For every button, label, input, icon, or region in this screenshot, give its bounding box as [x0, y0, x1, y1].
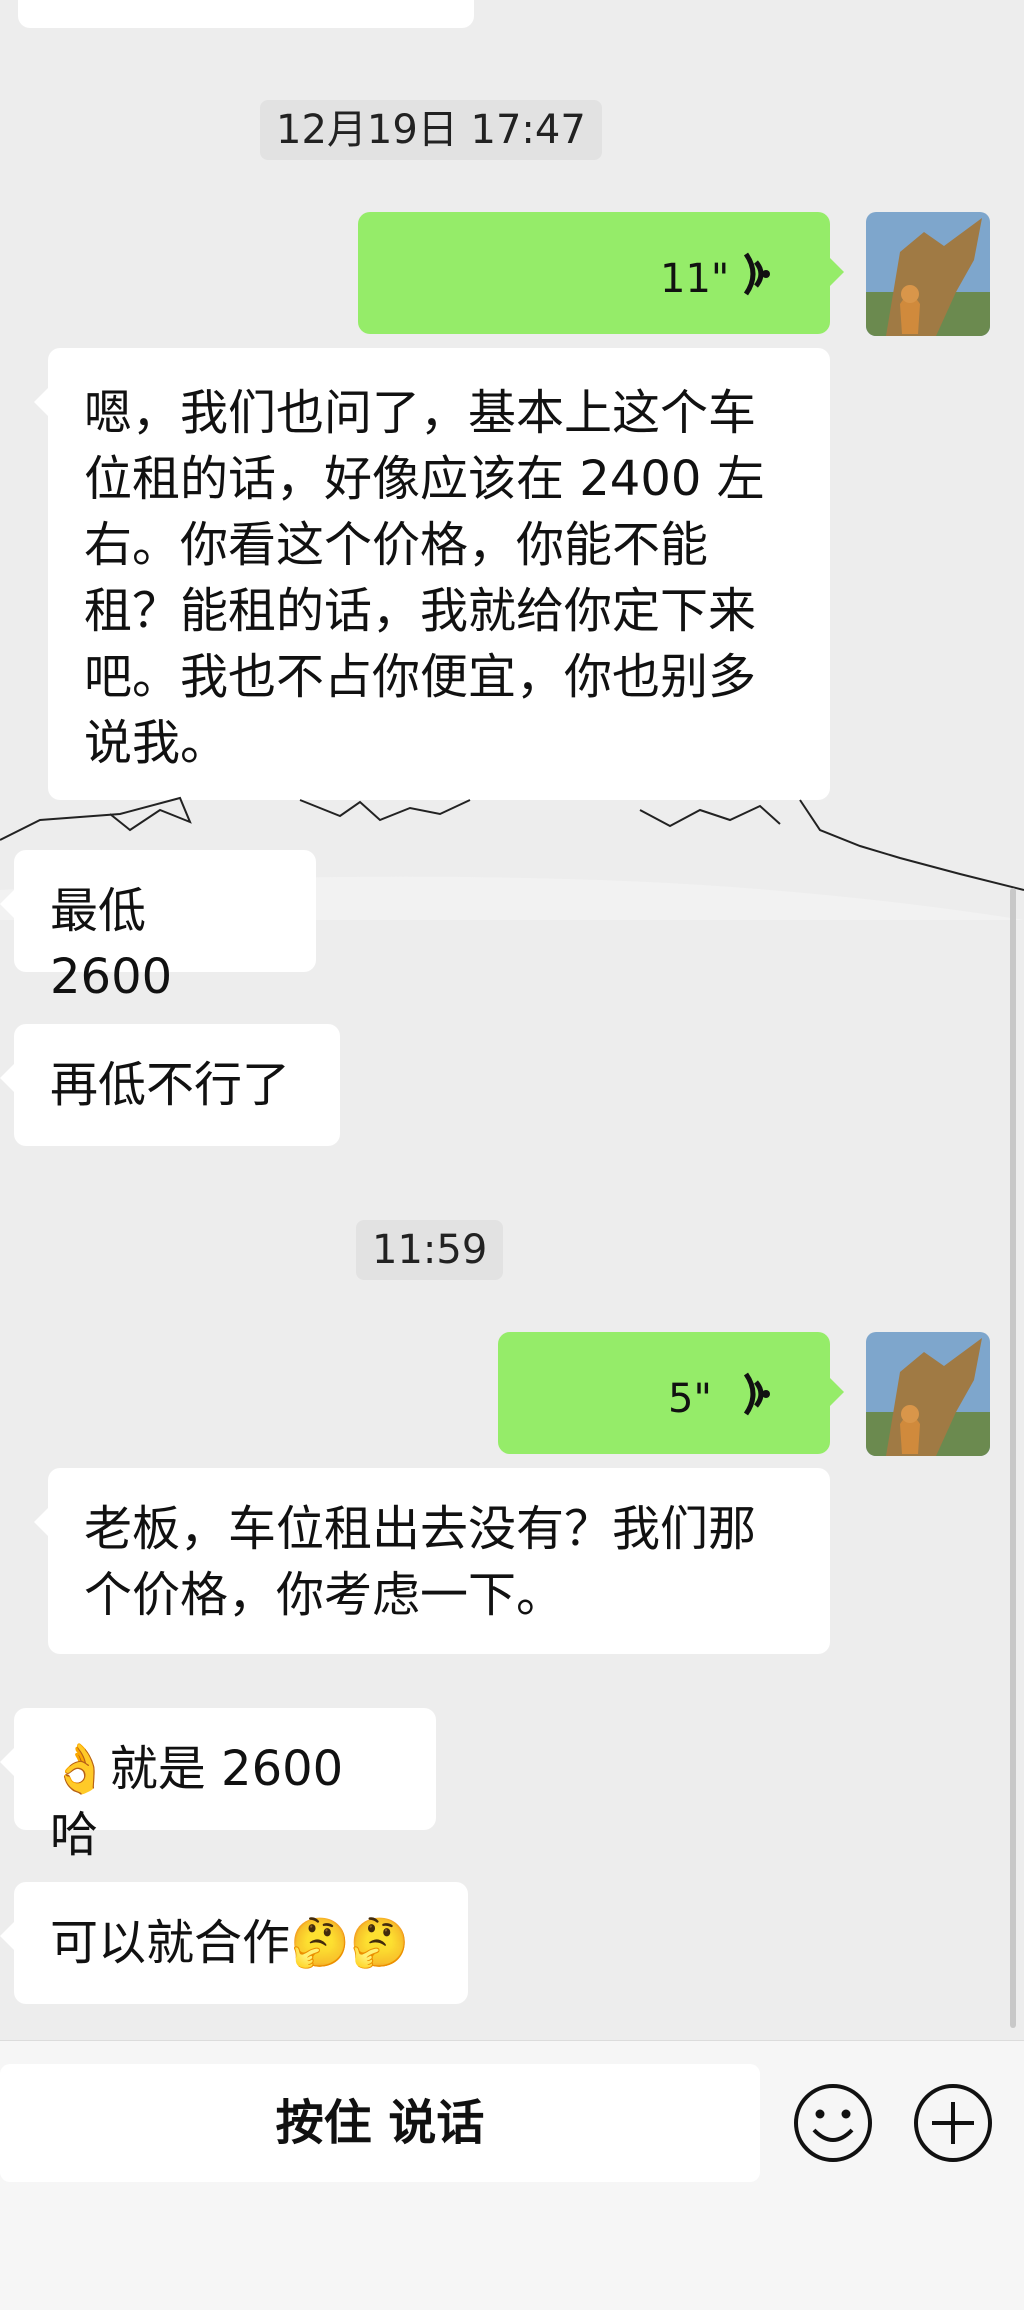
avatar[interactable] [866, 1332, 990, 1456]
message-line: 右。你看这个价格，你能不能 [84, 517, 709, 573]
previous-message-bubble [18, 0, 474, 28]
plus-icon[interactable] [912, 2082, 994, 2164]
scrollbar[interactable] [1010, 888, 1016, 2028]
voice-wave-icon [743, 252, 770, 296]
thinking-emoji: 🤔🤔 [290, 1915, 410, 1971]
voice-message-bubble[interactable]: 11" [358, 212, 844, 334]
message-text: 再低不行了 [50, 1057, 291, 1113]
ok-hand-emoji: 👌 [50, 1741, 110, 1797]
message-line: 说我。 [84, 715, 229, 771]
message-line: 嗯，我们也问了，基本上这个车 [84, 385, 757, 441]
message-bubble: 👌就是 2600 哈 [0, 1708, 436, 1863]
message-line: 位租的话，好像应该在 2400 左 [84, 451, 765, 507]
message-text: 最低 2600 [50, 883, 173, 1005]
message-bubble: 最低 2600 [0, 850, 316, 1005]
smile-icon[interactable] [792, 2082, 874, 2164]
message-line: 老板，车位租出去没有？我们那 [84, 1501, 757, 1557]
message-bubble: 再低不行了 [0, 1024, 340, 1146]
message-bubble: 可以就合作🤔🤔 [0, 1882, 468, 2004]
voice-duration: 11" [660, 256, 730, 302]
message-line: 租？能租的话，我就给你定下来 [84, 583, 757, 639]
avatar[interactable] [866, 212, 990, 336]
timestamp: 11:59 [356, 1220, 504, 1280]
voice-message-bubble[interactable]: 5" [498, 1332, 844, 1454]
message-line: 吧。我也不占你便宜，你也别多 [84, 649, 757, 705]
message-text: 可以就合作 [50, 1915, 291, 1971]
message-bubble: 嗯，我们也问了，基本上这个车 位租的话，好像应该在 2400 左 右。你看这个价… [34, 348, 830, 800]
message-bubble: 老板，车位租出去没有？我们那 个价格，你考虑一下。 [34, 1468, 830, 1654]
hold-to-talk-button[interactable]: 按住 说话 [0, 2064, 760, 2182]
voice-wave-icon [743, 1372, 770, 1416]
message-line: 个价格，你考虑一下。 [84, 1567, 565, 1623]
voice-duration: 5" [668, 1376, 712, 1422]
timestamp: 12月19日 17:47 [260, 100, 602, 160]
